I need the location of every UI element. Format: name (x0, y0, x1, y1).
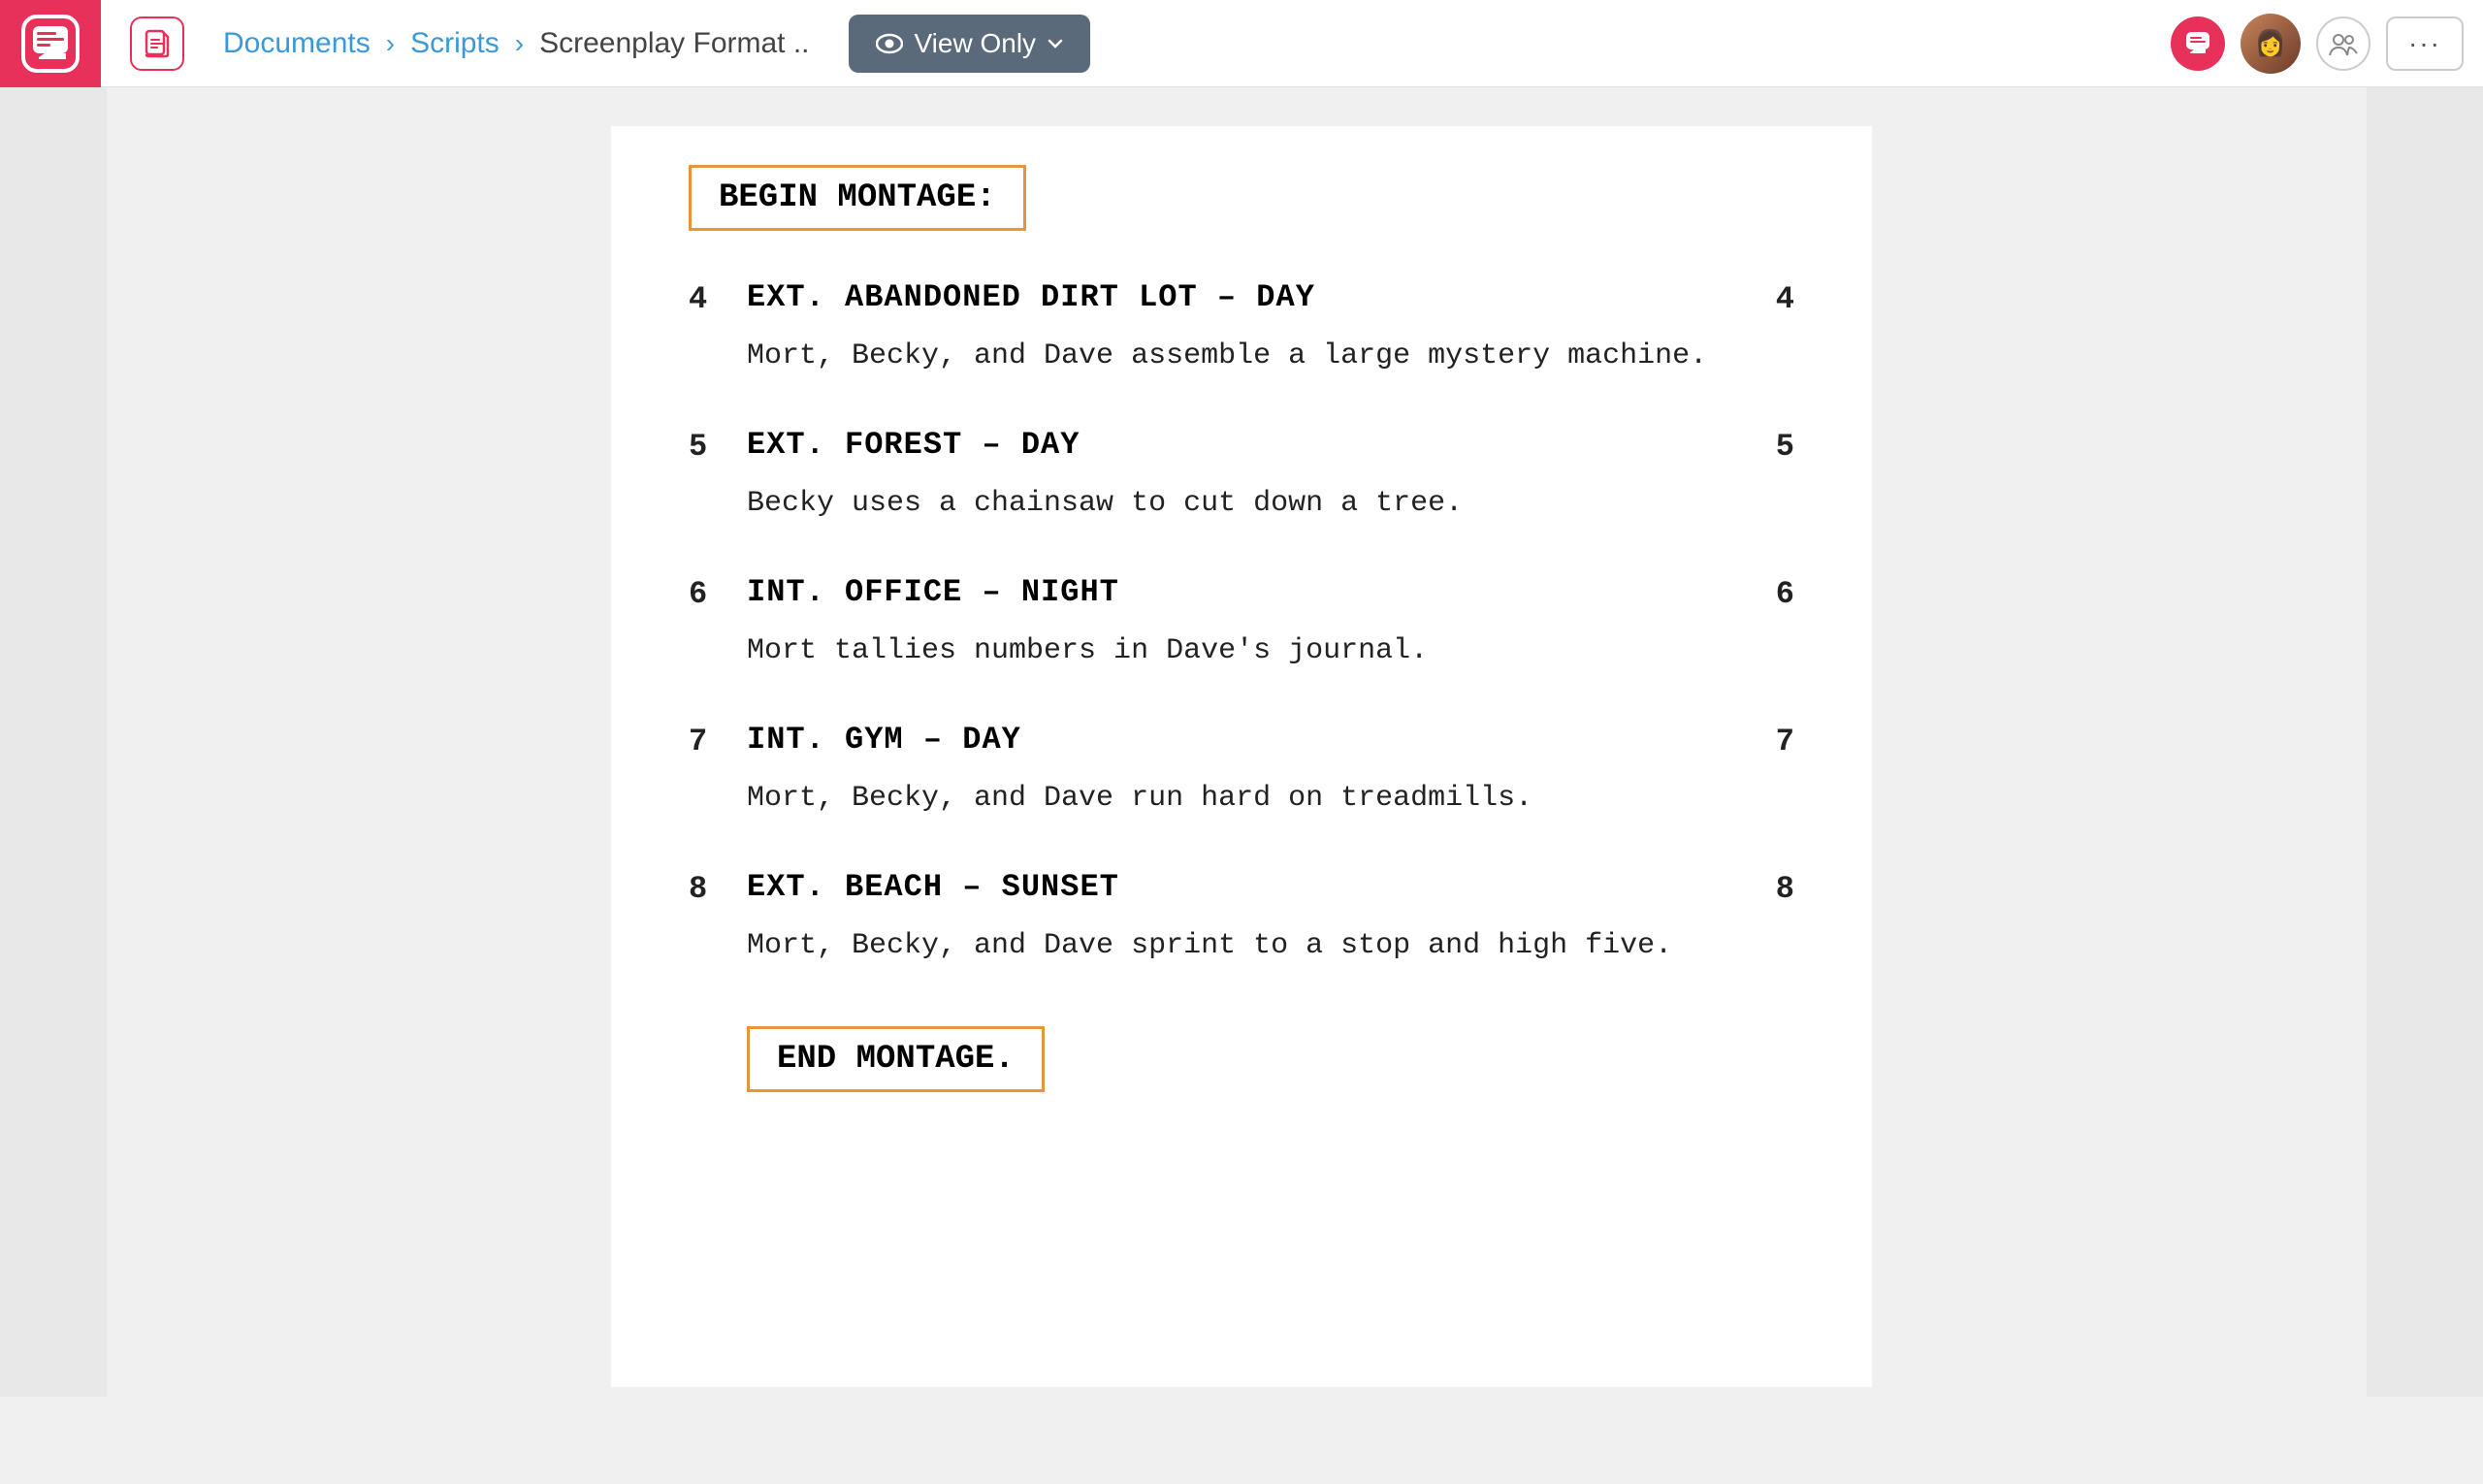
scene-action-5: Becky uses a chainsaw to cut down a tree… (747, 482, 1794, 526)
scene-number-right-4: 4 (1736, 279, 1794, 317)
app-header: Documents › Scripts › Screenplay Format … (0, 0, 2483, 87)
breadcrumb-current: Screenplay Format .. (539, 27, 809, 60)
scene-number-right-6: 6 (1736, 574, 1794, 612)
scene-7: 7 INT. GYM – DAY 7 Mort, Becky, and Dave… (689, 722, 1794, 821)
logo-box (0, 0, 101, 87)
scene-line-8: 8 EXT. BEACH – SUNSET 8 (689, 869, 1794, 907)
view-only-label: View Only (915, 28, 1037, 59)
more-options-button[interactable]: ··· (2386, 16, 2464, 71)
begin-montage-text: BEGIN MONTAGE: (719, 179, 996, 216)
breadcrumb-documents[interactable]: Documents (223, 27, 371, 60)
avatar-chat (2171, 16, 2225, 71)
breadcrumb-sep-2: › (515, 28, 524, 59)
scene-action-6: Mort tallies numbers in Dave's journal. (747, 629, 1794, 673)
screenplay-page: BEGIN MONTAGE: 4 EXT. ABANDONED DIRT LOT… (611, 126, 1872, 1387)
scene-number-right-5: 5 (1736, 427, 1794, 465)
scene-number-left-6: 6 (689, 574, 747, 612)
scene-4: 4 EXT. ABANDONED DIRT LOT – DAY 4 Mort, … (689, 279, 1794, 378)
scene-heading-6: INT. OFFICE – NIGHT (747, 574, 1736, 610)
left-sidebar (0, 87, 107, 1397)
breadcrumb-sep-1: › (386, 28, 395, 59)
end-montage-text: END MONTAGE. (777, 1041, 1015, 1078)
scene-number-left-5: 5 (689, 427, 747, 465)
breadcrumb: Documents › Scripts › Screenplay Format … (223, 27, 810, 60)
begin-montage-box: BEGIN MONTAGE: (689, 165, 1026, 231)
scene-action-7: Mort, Becky, and Dave run hard on treadm… (747, 777, 1794, 821)
app-logo-icon (21, 15, 80, 73)
scene-action-4: Mort, Becky, and Dave assemble a large m… (747, 335, 1794, 378)
scene-line-4: 4 EXT. ABANDONED DIRT LOT – DAY 4 (689, 279, 1794, 317)
right-sidebar (2367, 87, 2483, 1397)
end-montage-box: END MONTAGE. (747, 1026, 1045, 1092)
scene-line-6: 6 INT. OFFICE – NIGHT 6 (689, 574, 1794, 612)
scene-8: 8 EXT. BEACH – SUNSET 8 Mort, Becky, and… (689, 869, 1794, 968)
scene-action-8: Mort, Becky, and Dave sprint to a stop a… (747, 924, 1794, 968)
avatar-user: 👩 (2241, 14, 2301, 74)
scene-heading-5: EXT. FOREST – DAY (747, 427, 1736, 463)
scene-heading-7: INT. GYM – DAY (747, 722, 1736, 758)
view-only-button[interactable]: View Only (849, 15, 1091, 73)
scene-5: 5 EXT. FOREST – DAY 5 Becky uses a chain… (689, 427, 1794, 526)
scene-number-left-8: 8 (689, 869, 747, 907)
scene-number-left-7: 7 (689, 722, 747, 759)
header-right: 👩 ··· (2171, 14, 2464, 74)
scene-number-right-8: 8 (1736, 869, 1794, 907)
scene-heading-4: EXT. ABANDONED DIRT LOT – DAY (747, 279, 1736, 315)
scene-number-left-4: 4 (689, 279, 747, 317)
scenes-container: 4 EXT. ABANDONED DIRT LOT – DAY 4 Mort, … (689, 279, 1794, 968)
scene-line-7: 7 INT. GYM – DAY 7 (689, 722, 1794, 759)
nav-document-icon-box (130, 16, 184, 71)
more-label: ··· (2408, 28, 2441, 59)
scene-heading-8: EXT. BEACH – SUNSET (747, 869, 1736, 905)
scene-6: 6 INT. OFFICE – NIGHT 6 Mort tallies num… (689, 574, 1794, 673)
scene-line-5: 5 EXT. FOREST – DAY 5 (689, 427, 1794, 465)
scene-number-right-7: 7 (1736, 722, 1794, 759)
avatar-users-icon (2316, 16, 2370, 71)
main-content: BEGIN MONTAGE: 4 EXT. ABANDONED DIRT LOT… (0, 87, 2483, 1426)
breadcrumb-scripts[interactable]: Scripts (410, 27, 500, 60)
